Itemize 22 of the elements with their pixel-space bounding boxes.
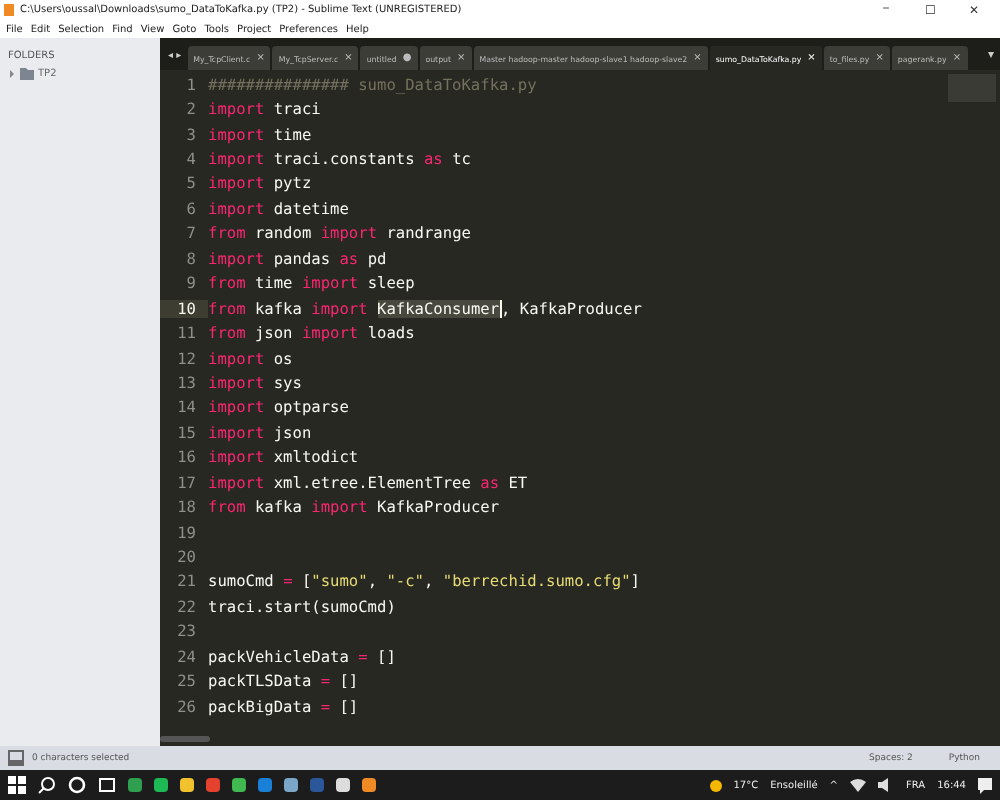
sublime-logo-icon (4, 4, 14, 16)
notification-icon[interactable] (978, 777, 992, 793)
expand-arrow-icon[interactable] (8, 70, 16, 78)
app-icon[interactable] (362, 778, 376, 792)
app-icon[interactable] (336, 778, 350, 792)
windows-start-icon[interactable] (8, 776, 26, 794)
app-icon[interactable] (284, 778, 298, 792)
app-icon[interactable] (232, 778, 246, 792)
scrollbar[interactable] (160, 736, 210, 742)
speaker-icon[interactable] (878, 778, 894, 792)
search-icon[interactable] (38, 776, 56, 794)
app-icon[interactable] (206, 778, 220, 792)
app-icon[interactable] (180, 778, 194, 792)
app-icon[interactable] (258, 778, 272, 792)
sun-icon (709, 779, 722, 791)
circle-icon[interactable] (68, 776, 86, 794)
app-icon[interactable] (154, 778, 168, 792)
panel-icon[interactable] (8, 750, 24, 766)
task-view-icon[interactable] (98, 776, 116, 794)
app-icon[interactable] (128, 778, 142, 792)
wifi-icon[interactable] (850, 778, 866, 792)
folder-icon (20, 68, 34, 80)
